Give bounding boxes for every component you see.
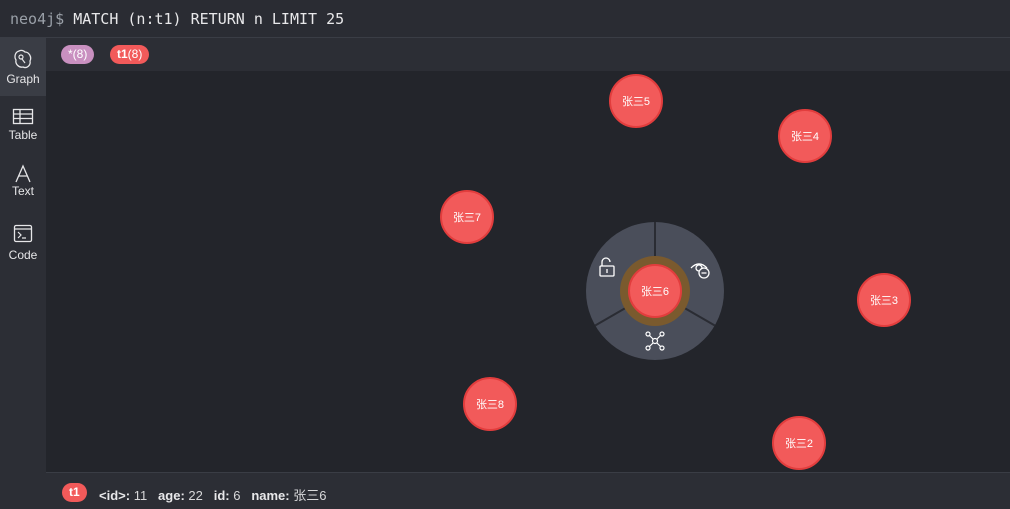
graph-node[interactable]: 张三2 <box>772 416 826 470</box>
query-editor[interactable]: neo4j$ MATCH (n:t1) RETURN n LIMIT 25 <box>10 10 344 28</box>
table-icon <box>12 108 34 125</box>
view-sidebar: Graph Table Text Code <box>0 38 46 509</box>
node-details-bar: t1 <id>: 11 age: 22 id: 6 name: 张三6 <box>46 472 1010 509</box>
details-label-badge[interactable]: t1 <box>62 483 87 502</box>
node-properties: <id>: 11 age: 22 id: 6 name: 张三6 <box>99 485 326 504</box>
code-icon <box>13 224 33 243</box>
prop-value: 6 <box>233 488 241 503</box>
sidebar-label-text: Text <box>11 184 34 198</box>
graph-canvas[interactable]: 张三5 张三4 张三7 张三6 张三3 张三8 张三2 <box>46 71 1010 472</box>
sidebar-label-graph: Graph <box>6 72 40 86</box>
sidebar-item-graph[interactable]: Graph <box>0 38 46 96</box>
query-text[interactable]: MATCH (n:t1) RETURN n LIMIT 25 <box>73 10 344 28</box>
graph-node[interactable]: 张三5 <box>609 74 663 128</box>
prop-value: 22 <box>188 488 203 503</box>
label-all-count: (8) <box>72 47 88 61</box>
graph-icon <box>14 49 32 69</box>
graph-node[interactable]: 张三3 <box>857 273 911 327</box>
sidebar-label-table: Table <box>8 128 38 142</box>
prop-key: name: <box>251 488 290 503</box>
prop-value: 张三6 <box>293 488 327 503</box>
sidebar-item-code[interactable]: Code <box>0 224 46 262</box>
prop-key: age: <box>158 488 185 503</box>
text-icon <box>15 164 31 183</box>
prop-key: id: <box>213 488 230 503</box>
label-legend: *(8) t1(8) <box>46 38 1010 71</box>
label-pill-all[interactable]: *(8) <box>61 45 95 64</box>
label-t1-name: t1 <box>117 47 128 61</box>
label-t1-count: (8) <box>127 47 143 61</box>
graph-node[interactable]: 张三8 <box>463 377 517 431</box>
prop-value: 11 <box>133 488 148 503</box>
sidebar-item-text[interactable]: Text <box>0 164 46 198</box>
sidebar-label-code: Code <box>8 248 38 262</box>
prompt-text: neo4j$ <box>10 10 65 28</box>
graph-node[interactable]: 张三7 <box>440 190 494 244</box>
sidebar-item-table[interactable]: Table <box>0 108 46 142</box>
graph-node[interactable]: 张三4 <box>778 109 832 163</box>
query-bar: neo4j$ MATCH (n:t1) RETURN n LIMIT 25 <box>0 0 1010 38</box>
prop-key: <id>: <box>99 488 131 503</box>
graph-node-selected[interactable]: 张三6 <box>628 264 682 318</box>
label-pill-t1[interactable]: t1(8) <box>110 45 150 64</box>
